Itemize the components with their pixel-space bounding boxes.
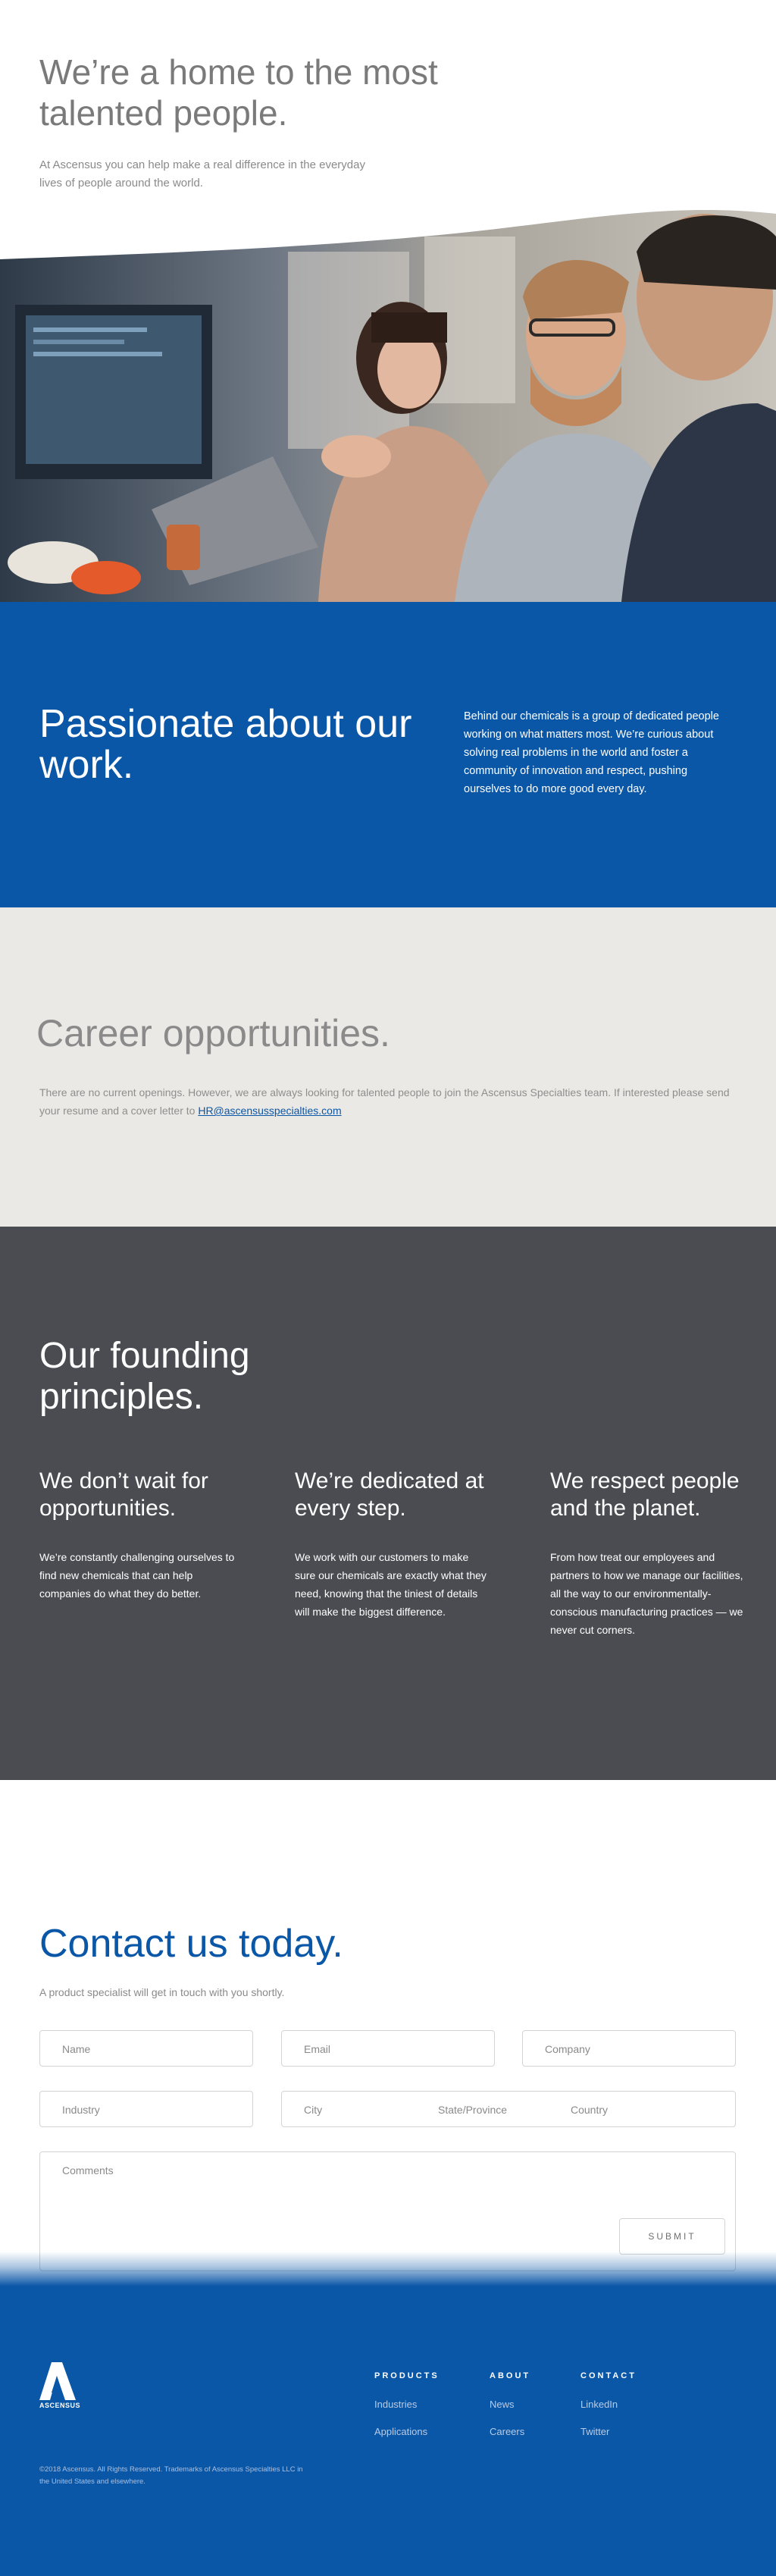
footer-link-applications[interactable]: Applications xyxy=(374,2426,440,2437)
career-title: Career opportunities. xyxy=(36,1012,390,1055)
footer-column-contact: CONTACT LinkedIn Twitter xyxy=(580,2371,637,2453)
passion-body: Behind our chemicals is a group of dedic… xyxy=(464,710,719,795)
section-fade xyxy=(0,2252,776,2286)
principle-heading: We don’t wait for opportunities. xyxy=(39,1468,208,1521)
comments-placeholder: Comments xyxy=(62,2164,114,2176)
footer-link-news[interactable]: News xyxy=(490,2399,530,2410)
footer-column-products: PRODUCTS Industries Applications xyxy=(374,2371,440,2453)
company-placeholder: Company xyxy=(545,2043,590,2055)
footer-heading: ABOUT xyxy=(490,2371,531,2380)
contact-subtitle: A product specialist will get in touch w… xyxy=(39,1986,285,1998)
footer-heading: CONTACT xyxy=(580,2371,637,2380)
footer-link-linkedin[interactable]: LinkedIn xyxy=(580,2399,637,2410)
principle-body: We work with our customers to make sure … xyxy=(295,1551,487,1618)
passion-title: Passionate about our work. xyxy=(39,702,412,787)
country-field[interactable]: Country xyxy=(571,2104,608,2116)
location-field-group: City State/Province Country xyxy=(281,2091,736,2127)
footer-link-careers[interactable]: Careers xyxy=(490,2426,530,2437)
footer: ASCENSUS PRODUCTS Industries Application… xyxy=(0,2286,776,2576)
wave-divider xyxy=(0,206,776,259)
submit-button[interactable]: SUBMIT xyxy=(619,2218,725,2255)
email-placeholder: Email xyxy=(304,2043,331,2055)
city-field[interactable]: City xyxy=(304,2104,322,2116)
copyright-text: ©2018 Ascensus. All Rights Reserved. Tra… xyxy=(39,2465,303,2486)
hero-title: We’re a home to the most talented people… xyxy=(39,52,438,133)
principle-card: We don’t wait for opportunities. We’re c… xyxy=(39,1468,236,1603)
industry-placeholder: Industry xyxy=(62,2104,100,2116)
email-field[interactable]: Email xyxy=(281,2030,495,2067)
team-photo xyxy=(0,206,776,602)
name-field[interactable]: Name xyxy=(39,2030,253,2067)
company-field[interactable]: Company xyxy=(522,2030,736,2067)
principles-title: Our founding principles. xyxy=(39,1336,250,1417)
principle-card: We’re dedicated at every step. We work w… xyxy=(295,1468,492,1621)
passion-section: Passionate about our work. Behind our ch… xyxy=(0,602,776,907)
name-placeholder: Name xyxy=(62,2043,91,2055)
principle-body: We’re constantly challenging ourselves t… xyxy=(39,1551,235,1600)
principle-heading: We’re dedicated at every step. xyxy=(295,1468,484,1521)
principle-body: From how treat our employees and partner… xyxy=(550,1551,743,1636)
hero-section: We’re a home to the most talented people… xyxy=(0,0,776,206)
principles-section: Our founding principles. We don’t wait f… xyxy=(0,1227,776,1780)
principle-card: We respect people and the planet. From h… xyxy=(550,1468,747,1639)
logo-wordmark: ASCENSUS xyxy=(39,2402,81,2409)
footer-column-about: ABOUT News Careers xyxy=(490,2371,530,2453)
career-section: Career opportunities. There are no curre… xyxy=(0,907,776,1227)
hero-subtitle: At Ascensus you can help make a real dif… xyxy=(39,158,365,190)
state-field[interactable]: State/Province xyxy=(438,2104,507,2116)
career-text: There are no current openings. However, … xyxy=(39,1086,730,1117)
contact-title: Contact us today. xyxy=(39,1922,343,1966)
footer-heading: PRODUCTS xyxy=(374,2371,440,2380)
ascensus-logo-icon xyxy=(39,2362,76,2400)
contact-section: Contact us today. A product specialist w… xyxy=(0,1780,776,2286)
principle-heading: We respect people and the planet. xyxy=(550,1468,740,1521)
career-email-link[interactable]: HR@ascensusspecialties.com xyxy=(198,1105,341,1117)
footer-link-twitter[interactable]: Twitter xyxy=(580,2426,637,2437)
ascensus-logo[interactable]: ASCENSUS xyxy=(39,2362,94,2412)
career-body: There are no current openings. However, … xyxy=(39,1083,737,1120)
footer-link-industries[interactable]: Industries xyxy=(374,2399,440,2410)
industry-field[interactable]: Industry xyxy=(39,2091,253,2127)
